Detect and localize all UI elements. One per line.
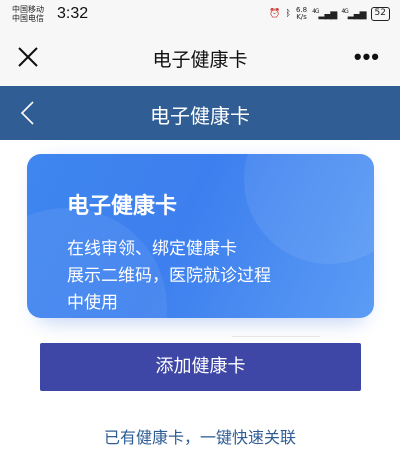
- card-desc-line: 在线审领、绑定健康卡: [67, 239, 237, 259]
- signal-icon: 4G▂▄▆: [341, 8, 366, 20]
- more-icon[interactable]: •••: [354, 44, 380, 70]
- page-title: 电子健康卡: [150, 104, 250, 128]
- app-bar: 电子健康卡: [0, 86, 400, 140]
- card-desc-line: 中使用: [67, 293, 118, 313]
- status-icons: ⏰ ᛒ 6.8 K/s 4G▂▄▆ 4G▂▄▆ 52: [269, 6, 390, 22]
- wechat-header: 电子健康卡 •••: [0, 30, 400, 86]
- alarm-icon: ⏰: [269, 9, 281, 19]
- divider: [232, 336, 320, 337]
- card-title: 电子健康卡: [67, 194, 178, 219]
- carrier-2: 中国电信: [12, 14, 44, 23]
- add-health-card-button[interactable]: 添加健康卡: [40, 343, 361, 391]
- status-bar: 中国移动 中国电信 3:32 ⏰ ᛒ 6.8 K/s 4G▂▄▆ 4G▂▄▆ 5…: [0, 0, 400, 30]
- speed-unit: K/s: [296, 13, 307, 21]
- signal-icon: 4G▂▄▆: [312, 8, 337, 20]
- card-desc-line: 展示二维码，医院就诊过程: [67, 266, 271, 286]
- status-time: 3:32: [57, 5, 89, 22]
- battery-icon: 52: [370, 7, 390, 21]
- link-existing-card[interactable]: 已有健康卡，一键快速关联: [0, 424, 400, 448]
- bluetooth-icon: ᛒ: [285, 9, 291, 19]
- health-card-banner: 电子健康卡 在线审领、绑定健康卡 展示二维码，医院就诊过程 中使用: [27, 154, 374, 318]
- wechat-title: 电子健康卡: [152, 49, 248, 71]
- network-speed: 6.8 K/s: [296, 7, 307, 21]
- carrier-names: 中国移动 中国电信: [12, 5, 44, 23]
- carrier-1: 中国移动: [12, 5, 44, 14]
- card-description: 在线审领、绑定健康卡 展示二维码，医院就诊过程 中使用: [67, 236, 367, 317]
- page: 中国移动 中国电信 3:32 ⏰ ᛒ 6.8 K/s 4G▂▄▆ 4G▂▄▆ 5…: [0, 0, 400, 466]
